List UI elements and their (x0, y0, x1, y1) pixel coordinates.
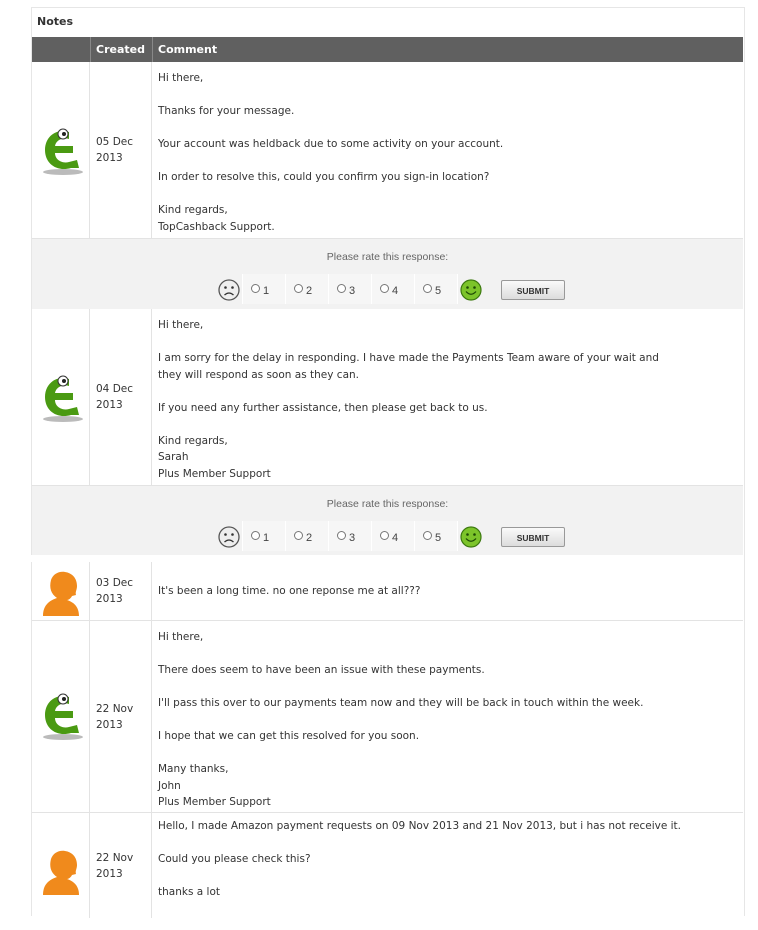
rating-prompt: Please rate this response: (326, 251, 449, 263)
radio-button[interactable] (251, 284, 260, 293)
avatar-cell (32, 813, 90, 918)
column-header-avatar (32, 37, 90, 62)
note-row: 22 Nov 2013 Hello, I made Amazon payment… (32, 813, 743, 918)
rating-option-3[interactable]: 3 (328, 521, 372, 551)
sad-face-icon (218, 526, 240, 548)
rating-option-label: 5 (435, 285, 442, 297)
comment-paragraph: Could you please check this? (158, 853, 311, 865)
radio-button[interactable] (337, 284, 346, 293)
column-header-created: Created (90, 37, 152, 62)
radio-button[interactable] (294, 284, 303, 293)
comment-paragraph: Thanks for your message. (158, 105, 295, 117)
created-cell: 05 Dec 2013 (90, 62, 152, 238)
rating-option-1[interactable]: 1 (242, 521, 286, 551)
avatar-cell (32, 62, 90, 238)
comment-paragraph: Hello, I made Amazon payment requests on… (158, 820, 682, 832)
comment-paragraph: Hi there, (158, 72, 204, 84)
rating-option-4[interactable]: 4 (371, 521, 415, 551)
comment-paragraph: I am sorry for the delay in responding. … (158, 352, 659, 381)
rating-option-2[interactable]: 2 (285, 274, 329, 304)
comment-paragraph: I hope that we can get this resolved for… (158, 730, 420, 742)
panel-title: Notes (37, 15, 74, 28)
comment-paragraph: There does seem to have been an issue wi… (158, 664, 485, 676)
radio-button[interactable] (423, 284, 432, 293)
support-logo-icon (43, 128, 83, 175)
section-gap (28, 555, 744, 562)
happy-face-icon (460, 526, 482, 548)
rating-option-label: 3 (349, 285, 356, 297)
created-cell: 04 Dec 2013 (90, 309, 152, 485)
radio-button[interactable] (294, 531, 303, 540)
radio-button[interactable] (251, 531, 260, 540)
note-date: 22 Nov 2013 (96, 851, 134, 880)
comment-paragraph: Hi there, (158, 319, 204, 331)
comment-cell: Hi there, There does seem to have been a… (158, 629, 738, 811)
comment-paragraph: Your account was heldback due to some ac… (158, 138, 504, 150)
rating-prompt: Please rate this response: (326, 498, 449, 510)
radio-button[interactable] (380, 284, 389, 293)
submit-rating-button[interactable]: SUBMIT (501, 280, 565, 300)
avatar-cell (32, 562, 90, 620)
happy-face-icon (460, 279, 482, 301)
comment-paragraph: Kind regards, TopCashback Support. (158, 204, 275, 233)
radio-button[interactable] (423, 531, 432, 540)
comment-cell: Hello, I made Amazon payment requests on… (158, 818, 738, 901)
note-row: 03 Dec 2013 It's been a long time. no on… (32, 562, 743, 621)
rating-option-5[interactable]: 5 (414, 274, 458, 304)
rating-option-label: 3 (349, 532, 356, 544)
note-date: 22 Nov 2013 (96, 702, 134, 731)
rating-panel: Please rate this response: 1 2 3 4 5 SUB… (32, 239, 743, 309)
member-avatar-icon (43, 571, 79, 616)
rating-option-4[interactable]: 4 (371, 274, 415, 304)
rating-option-label: 1 (263, 532, 270, 544)
rating-option-label: 4 (392, 285, 399, 297)
comment-paragraph: If you need any further assistance, then… (158, 401, 488, 414)
support-logo-icon (43, 375, 83, 422)
support-logo-icon (43, 693, 83, 740)
radio-button[interactable] (380, 531, 389, 540)
table-header: Created Comment (32, 37, 743, 62)
submit-rating-button[interactable]: SUBMIT (501, 527, 565, 547)
rating-option-label: 4 (392, 532, 399, 544)
note-row: 22 Nov 2013 Hi there, There does seem to… (32, 621, 743, 813)
avatar-cell (32, 309, 90, 485)
comment-paragraph: In order to resolve this, could you conf… (158, 171, 490, 183)
rating-option-label: 2 (306, 285, 313, 297)
comment-cell: It's been a long time. no one reponse me… (158, 583, 738, 600)
comment-paragraph: thanks a lot (158, 886, 220, 898)
note-row: 04 Dec 2013 Hi there, I am sorry for the… (32, 309, 743, 486)
created-cell: 22 Nov 2013 (90, 621, 152, 812)
note-date: 03 Dec 2013 (96, 577, 134, 605)
radio-button[interactable] (337, 531, 346, 540)
comment-paragraph: Kind regards, Sarah Plus Member Support (158, 434, 271, 480)
member-avatar-icon (43, 850, 79, 895)
rating-option-5[interactable]: 5 (414, 521, 458, 551)
rating-option-2[interactable]: 2 (285, 521, 329, 551)
comment-cell: Hi there, I am sorry for the delay in re… (158, 317, 738, 482)
created-cell: 22 Nov 2013 (90, 813, 152, 918)
note-date: 04 Dec 2013 (96, 383, 134, 411)
rating-panel: Please rate this response: 1 2 3 4 5 SUB… (32, 486, 743, 556)
rating-option-label: 5 (435, 532, 442, 544)
rating-option-label: 2 (306, 532, 313, 544)
sad-face-icon (218, 279, 240, 301)
comment-paragraph: I'll pass this over to our payments team… (158, 697, 644, 709)
rating-option-3[interactable]: 3 (328, 274, 372, 304)
comment-paragraph: Many thanks, John Plus Member Support (158, 763, 271, 808)
created-cell: 03 Dec 2013 (90, 562, 152, 620)
comment-paragraph: It's been a long time. no one reponse me… (158, 585, 421, 597)
note-date: 05 Dec 2013 (96, 136, 134, 164)
rating-option-label: 1 (263, 285, 270, 297)
comment-cell: Hi there, Thanks for your message. Your … (158, 70, 738, 235)
avatar-cell (32, 621, 90, 812)
column-header-comment: Comment (152, 37, 743, 62)
comment-paragraph: Hi there, (158, 631, 204, 643)
rating-option-1[interactable]: 1 (242, 274, 286, 304)
note-row: 05 Dec 2013 Hi there, Thanks for your me… (32, 62, 743, 239)
